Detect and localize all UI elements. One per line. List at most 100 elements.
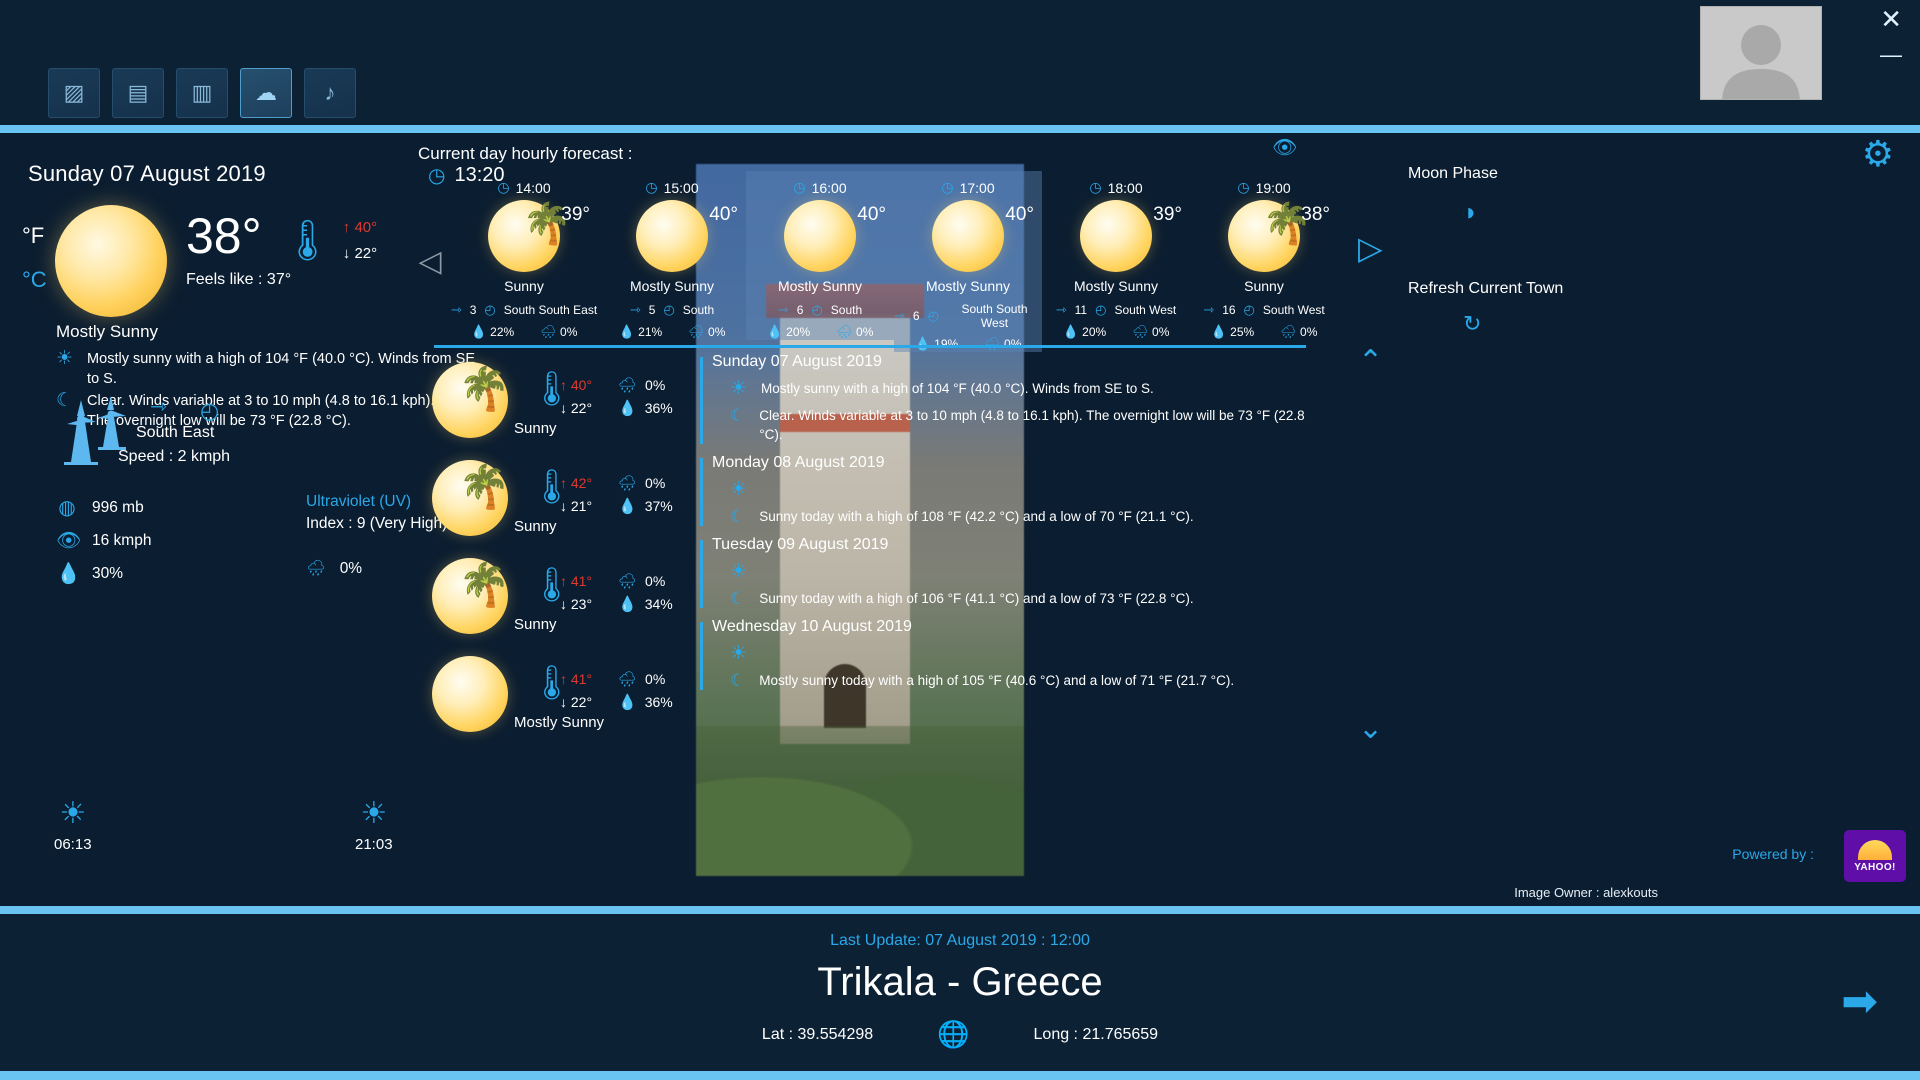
palm-tree-icon: 🌴 [458, 561, 511, 608]
moon-icon: ☾ [730, 589, 746, 608]
refresh-icon[interactable]: ↻ [1463, 311, 1481, 337]
current-date: Sunday 07 August 2019 [28, 161, 266, 186]
bottom-accent-rule [0, 1071, 1920, 1080]
hour-temperature: 40° [1005, 204, 1034, 225]
detail-night-line: ☾ Mostly sunny today with a high of 105 … [712, 671, 1320, 690]
hourly-weather-icon [1080, 200, 1152, 272]
rain-cloud-icon: 🌧 [1280, 324, 1297, 339]
daily-low: ↓ 21° [560, 498, 593, 514]
hour-time: 19:00 [1255, 179, 1291, 196]
avatar[interactable] [1700, 6, 1822, 100]
daily-condition: Sunny [514, 518, 557, 535]
detail-date: Monday 08 August 2019 [712, 454, 885, 471]
daily-precipitation: 🌧 0% [618, 671, 665, 688]
sunset-block: ☀ 21:03 [355, 796, 393, 853]
hourly-card[interactable]: ◷ 14:00 🌴 39° Sunny ⇾ 3 ◴ South South East … [450, 171, 598, 340]
hourly-card[interactable]: ◷ 15:00 40° Mostly Sunny ⇾ 5 ◴ South 💧 21% … [598, 171, 746, 340]
footer-accent-rule [0, 906, 1920, 914]
humidity-drop-icon: 💧 [618, 400, 637, 417]
humidity-drop-icon: 💧 [914, 336, 931, 351]
high-low-group: 🌡 ↑ 40° ↓ 22° [282, 215, 377, 267]
hour-wind: 16 [1222, 303, 1236, 317]
daily-precipitation: 🌧 0% [618, 377, 665, 394]
yahoo-logo[interactable]: YAHOO! [1844, 830, 1906, 882]
toolbar-button-stats[interactable]: ▥ [176, 68, 228, 118]
humidity-drop-icon: 💧 [618, 596, 637, 613]
scroll-up-button[interactable]: ⌃ [1358, 344, 1383, 379]
toolbar-button-music[interactable]: ♪ [304, 68, 356, 118]
wind-icon: ⇾ [450, 302, 462, 317]
rain-cloud-icon: 🌧 [618, 671, 638, 688]
hour-direction: South [830, 303, 863, 317]
hourly-card[interactable]: ◷ 16:00 40° Mostly Sunny ⇾ 6 ◴ South 💧 20% … [746, 171, 894, 340]
hourly-card[interactable]: ◷ 17:00 40° Mostly Sunny ⇾ 6 ◴ South South … [894, 171, 1042, 352]
daily-row[interactable]: 🌡 ↑ 41° ↓ 22° 🌧 0% 💧 36% Mostly Sunny [418, 650, 698, 748]
clock-icon: ◷ [941, 179, 954, 195]
unit-fahrenheit[interactable]: °F [22, 214, 47, 258]
detail-day: Wednesday 10 August 2019 ☀ ☾ Mostly sunn… [700, 618, 1320, 690]
sunrise-time: 06:13 [54, 836, 92, 853]
unit-celsius[interactable]: °C [22, 258, 47, 302]
compass-icon: ◴ [200, 398, 220, 423]
toolbar-button-news[interactable]: ▤ [112, 68, 164, 118]
hour-time: 18:00 [1107, 179, 1143, 196]
moon-phase-icon[interactable]: ◑ [1461, 199, 1476, 227]
detail-night-text: Clear. Winds variable at 3 to 10 mph (4.… [759, 408, 1305, 442]
pressure-value: 996 mb [92, 498, 144, 516]
toolbar-button-photos[interactable]: ▨ [48, 68, 100, 118]
clock-icon: ◷ [497, 179, 510, 195]
latitude: Lat : 39.554298 [761, 1025, 874, 1043]
hourly-card[interactable]: ◷ 18:00 39° Mostly Sunny ⇾ 11 ◴ South West … [1042, 171, 1190, 340]
hourly-next-button[interactable]: ▷ [1358, 229, 1383, 267]
daily-row[interactable]: 🌴 🌡 ↑ 41° ↓ 23° 🌧 0% 💧 34% Sunny [418, 552, 698, 650]
compass-icon: ◴ [1243, 302, 1255, 317]
gear-icon[interactable]: ⚙ [1862, 133, 1894, 175]
hour-condition: Sunny [504, 278, 544, 294]
sun-icon: ☀ [730, 561, 748, 582]
rain-cloud-icon: 🌧 [836, 324, 853, 339]
music-note-icon: ♪ [324, 80, 336, 105]
hour-direction: South West [1262, 303, 1325, 317]
gauge-icon: ◍ [58, 497, 76, 519]
globe-icon[interactable]: 🌐 [937, 1019, 969, 1050]
hour-wind: 11 [1074, 303, 1088, 317]
detail-night-text: Sunny today with a high of 108 °F (42.2 … [759, 509, 1194, 524]
close-icon[interactable]: ✕ [1880, 6, 1902, 32]
photos-icon: ▨ [63, 80, 85, 105]
hourly-prev-button[interactable]: ◁ [410, 171, 450, 351]
hour-humidity: 25% [1230, 325, 1255, 339]
yahoo-sun-icon [1858, 839, 1892, 860]
wind-icon: ⇾ [1203, 302, 1215, 317]
hourly-weather-icon [932, 200, 1004, 272]
eye-icon[interactable]: 👁 [1272, 135, 1297, 160]
moon-icon: ☾ [730, 671, 746, 690]
minimize-icon[interactable]: — [1880, 42, 1902, 68]
hourly-card[interactable]: ◷ 19:00 🌴 38° Sunny ⇾ 16 ◴ South West 💧 25%… [1190, 171, 1338, 340]
hour-humidity: 21% [638, 325, 663, 339]
compass-icon: ◴ [811, 302, 823, 317]
hour-time: 16:00 [811, 179, 847, 196]
daily-row[interactable]: 🌴 🌡 ↑ 42° ↓ 21° 🌧 0% 💧 37% Sunny [418, 454, 698, 552]
humidity-drop-icon: 💧 [618, 694, 637, 711]
detail-date: Wednesday 10 August 2019 [712, 618, 912, 635]
detail-date: Tuesday 09 August 2019 [712, 536, 889, 553]
hour-time: 17:00 [959, 179, 995, 196]
detail-night-line: ☾ Sunny today with a high of 108 °F (42.… [712, 507, 1320, 526]
detail-night-text: Sunny today with a high of 106 °F (41.1 … [759, 591, 1194, 606]
daily-high: ↑ 41° [560, 671, 593, 687]
next-location-button[interactable]: ➡ [1841, 980, 1878, 1024]
sunrise-icon: ☀ [59, 797, 87, 830]
coordinates: Lat : 39.554298 🌐 Long : 21.765659 [0, 1019, 1920, 1050]
daily-row[interactable]: 🌴 🌡 ↑ 40° ↓ 22° 🌧 0% 💧 36% Sunny [418, 356, 698, 454]
detail-day-line: ☀ [712, 480, 1320, 499]
header-accent-rule [0, 125, 1920, 133]
metrics-panel: ◍ 996 mb 👁 16 kmph 💧 30% Ultraviolet (UV… [56, 491, 456, 590]
scroll-down-button[interactable]: ⌄ [1358, 711, 1383, 746]
toolbar-button-weather[interactable]: ☁ [240, 68, 292, 118]
location-footer: Last Update: 07 August 2019 : 12:00 Trik… [0, 914, 1920, 1080]
detail-day: Tuesday 09 August 2019 ☀ ☾ Sunny today w… [700, 536, 1320, 608]
hour-humidity: 22% [490, 325, 515, 339]
unit-toggle[interactable]: °F °C [22, 214, 47, 302]
moon-phase-label: Moon Phase [1408, 165, 1498, 182]
humidity-drop-icon: 💧 [56, 563, 81, 585]
